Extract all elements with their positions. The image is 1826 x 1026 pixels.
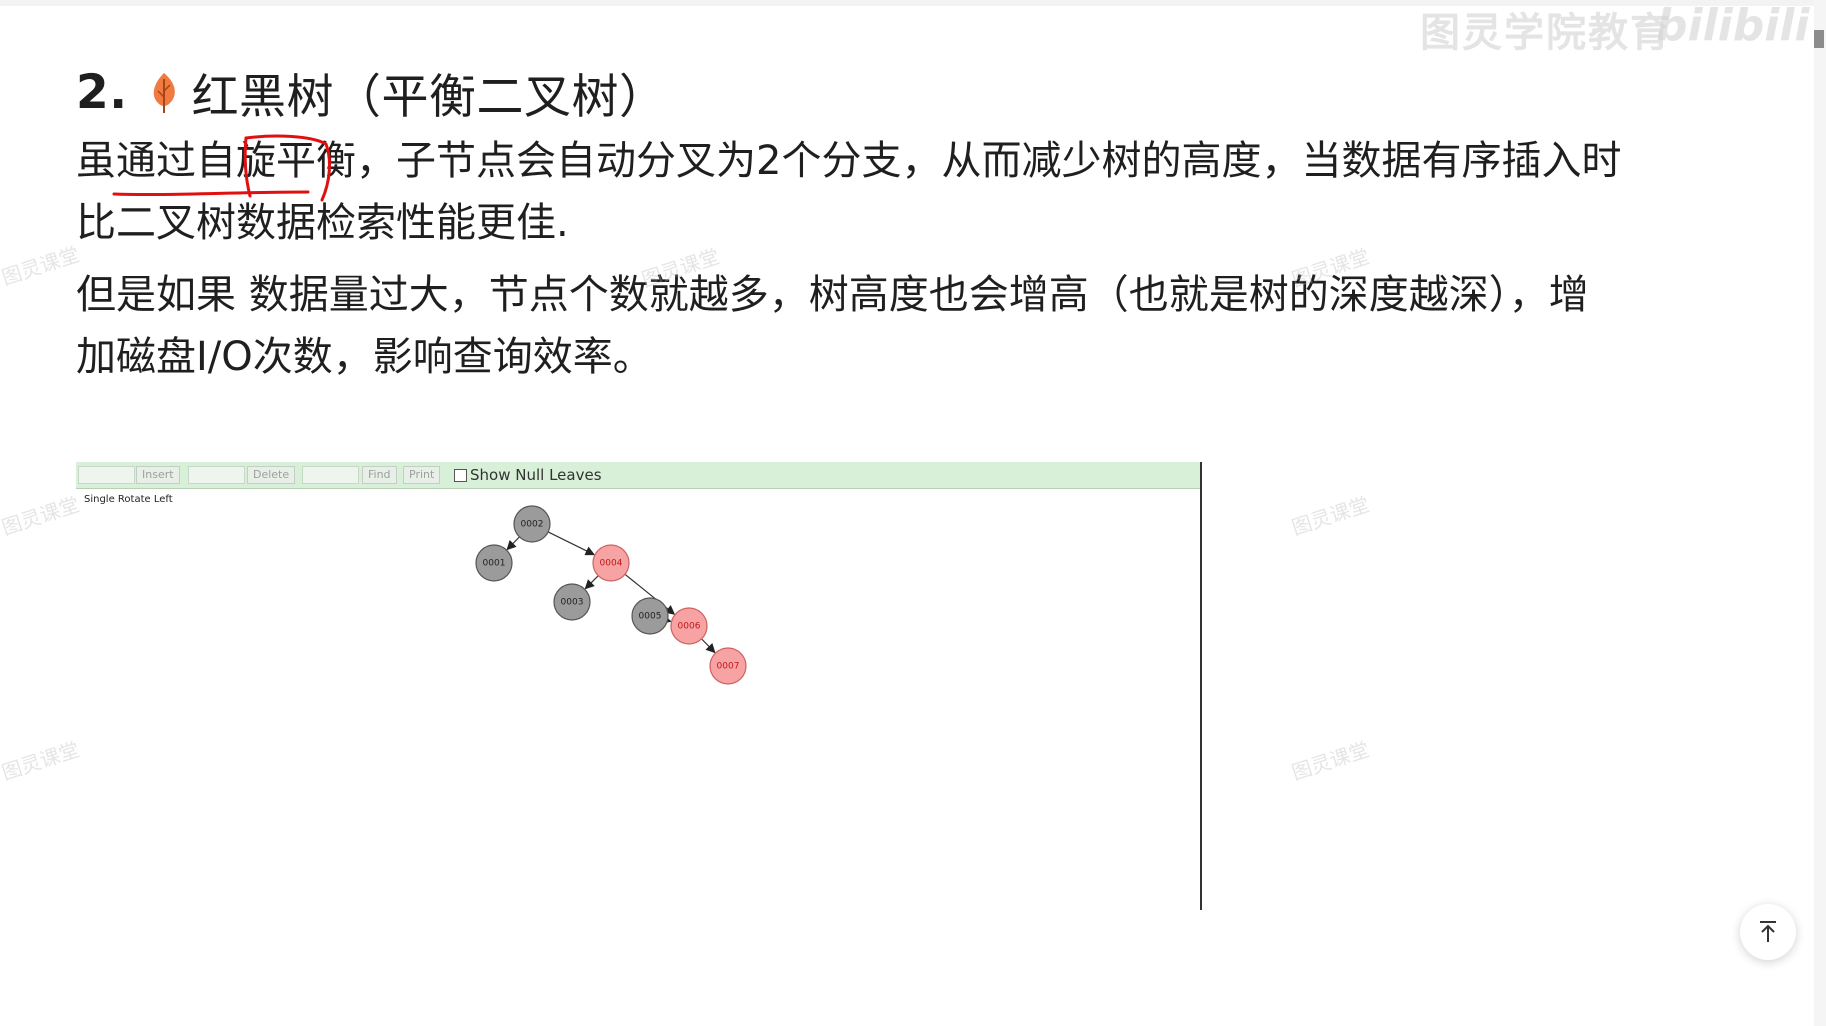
scrollbar[interactable] <box>1814 0 1826 1026</box>
tree-node-label: 0004 <box>600 559 623 569</box>
course-watermark: 图灵课堂 <box>0 737 83 785</box>
paragraph-1-line-1: 虽通过自旋平衡，子节点会自动分叉为2个分支，从而减少树的高度，当数据有序插入时 <box>76 138 1622 184</box>
tree-node-0007: 0007 <box>709 647 747 685</box>
paragraph-1-line-2: 比二叉树数据检索性能更佳. <box>76 200 569 246</box>
heading-title: 红黑树（平衡二叉树） <box>191 69 667 125</box>
tree-node-0003: 0003 <box>553 583 591 621</box>
bilibili-watermark: bilibili <box>1656 0 1810 51</box>
tree-node-0001: 0001 <box>475 544 513 582</box>
scrollbar-thumb[interactable] <box>1814 30 1824 48</box>
leaf-icon <box>146 69 182 115</box>
tree-node-label: 0001 <box>483 559 506 569</box>
tree-edge <box>547 531 596 556</box>
paragraph-2-line-2: 加磁盘I/O次数，影响查询效率。 <box>76 334 653 380</box>
course-watermark: 图灵课堂 <box>1288 737 1373 785</box>
course-watermark: 图灵课堂 <box>1288 492 1373 540</box>
tree-edge <box>506 536 520 551</box>
paragraph-2-line-1: 但是如果 数据量过大，节点个数就越多，树高度也会增高（也就是树的深度越深），增 <box>76 272 1589 318</box>
arrow-up-to-line-icon <box>1760 921 1776 942</box>
tree-edge <box>584 575 599 590</box>
tree-node-label: 0003 <box>561 598 584 608</box>
paragraph-1: 虽通过自旋平衡，子节点会自动分叉为2个分支，从而减少树的高度，当数据有序插入时 … <box>76 130 1636 254</box>
tree-canvas: 0002 0001 0004 0003 0005 0006 0007 <box>475 505 747 685</box>
tree-edge <box>701 638 716 654</box>
tree-node-label: 0006 <box>678 622 701 632</box>
tree-node-0004: 0004 <box>592 544 630 582</box>
tree-node-label: 0007 <box>717 662 740 672</box>
tree-node-0006: 0006 <box>670 607 708 645</box>
tree-node-0002: 0002 <box>513 505 551 543</box>
paragraph-2: 但是如果 数据量过大，节点个数就越多，树高度也会增高（也就是树的深度越深），增 … <box>76 264 1636 388</box>
rbtree-visualization: Insert Delete Find Print Show Null Leave… <box>76 462 1202 910</box>
heading-number: 2. <box>76 64 128 120</box>
brand-watermark: 图灵学院教育 <box>1420 10 1672 56</box>
tree-node-label: 0005 <box>639 612 662 622</box>
tree-node-0005: 0005 <box>631 597 669 635</box>
course-watermark: 图灵课堂 <box>0 492 83 540</box>
course-watermark: 图灵课堂 <box>0 242 83 290</box>
section-heading: 2. 红黑树（平衡二叉树） <box>76 52 667 132</box>
tree-node-label: 0002 <box>521 520 544 530</box>
back-to-top-button[interactable] <box>1740 904 1796 960</box>
